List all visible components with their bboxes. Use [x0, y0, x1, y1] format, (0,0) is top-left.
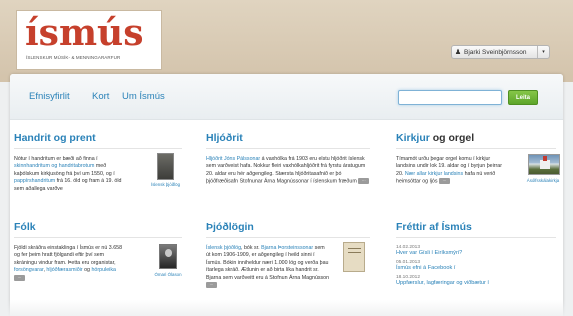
- link-pappirshandrit[interactable]: pappírshandritum: [14, 178, 55, 184]
- link-horpuleika[interactable]: hörpuleika: [91, 267, 115, 273]
- book-line-shape: [348, 248, 361, 249]
- section-text: Tímamót urðu þegar orgel komu í kirkjur …: [396, 156, 502, 185]
- section-text: Nótur í handritum er bæði að finna í ski…: [14, 156, 122, 192]
- church-roof-shape: [543, 156, 547, 161]
- section-title[interactable]: Kirkjur og orgel: [396, 132, 556, 149]
- logo-subtitle: ÍSLENSKUR MÚSÍK- & MENNINGARARFUR: [26, 55, 121, 60]
- section-text: Fjöldi skráðra einstaklinga í Ísmús er n…: [14, 245, 123, 281]
- section-title[interactable]: Fréttir af Ísmús: [396, 221, 556, 238]
- logo-wordmark: ísmús: [25, 12, 144, 54]
- news-link[interactable]: Ísmús efni á Facebook í: [396, 265, 556, 271]
- handrit-thumb-caption[interactable]: Íslensk þjóðlög: [149, 182, 182, 187]
- user-name: Bjarki Sveinbjörnsson: [464, 48, 527, 56]
- main-panel: Efnisyfirlit Kort Um Ísmús Leita Handrit…: [10, 74, 563, 316]
- section-title[interactable]: Hljóðrit: [206, 132, 370, 149]
- link-islensk-thjodlog[interactable]: Íslensk þjóðlög: [206, 245, 241, 251]
- search-input[interactable]: [398, 90, 502, 105]
- news-list: 14.02.2013 Hver var Gísli í Eiríksmýri? …: [396, 245, 556, 286]
- nav-um-ismus[interactable]: Um Ísmús: [122, 91, 165, 102]
- church-thumb-caption[interactable]: Ásólfsskálakirkja: [518, 178, 568, 183]
- navbar: Efnisyfirlit Kort Um Ísmús Leita: [10, 74, 563, 120]
- more-button[interactable]: ···: [358, 178, 370, 185]
- section-hljodrit: Hljóðrit Hljóðrit Jóns Pálssonar á vaxhó…: [206, 132, 370, 186]
- chevron-down-icon[interactable]: ▾: [537, 46, 549, 58]
- news-link[interactable]: Uppfærslur, lagfæringar og viðbætur í: [396, 280, 556, 286]
- link-kirkjur[interactable]: Nær allar kirkjur landsins: [405, 171, 463, 177]
- bottom-fade: [0, 300, 573, 316]
- more-button[interactable]: ···: [439, 178, 450, 185]
- more-button[interactable]: ···: [14, 274, 25, 281]
- nav-efnisyfirlit[interactable]: Efnisyfirlit: [29, 91, 70, 102]
- section-title[interactable]: Þjóðlögin: [206, 221, 370, 238]
- person-thumbnail[interactable]: [159, 244, 177, 269]
- section-text: Íslensk þjóðlög, bók sr. Bjarna Þorstein…: [206, 245, 330, 289]
- news-link[interactable]: Hver var Gísli í Eiríksmýri?: [396, 250, 556, 256]
- header-band: ísmús ÍSLENSKUR MÚSÍK- & MENNINGARARFUR …: [0, 0, 573, 82]
- link-bjarna[interactable]: Bjarna Þorsteinssonar: [261, 245, 313, 251]
- book-thumbnail[interactable]: [343, 242, 365, 272]
- link-hljodrit-jons[interactable]: Hljóðrit Jóns Pálssonar: [206, 156, 260, 162]
- nav-kort[interactable]: Kort: [92, 91, 109, 102]
- church-shape: [540, 160, 550, 169]
- user-menu-button[interactable]: ♟ Bjarki Sveinbjörnsson ▾: [451, 45, 550, 59]
- handrit-thumbnail[interactable]: [157, 153, 174, 180]
- link-skinnhandrit[interactable]: skinnhandritum og handritabrotum: [14, 163, 94, 169]
- section-title[interactable]: Fólk: [14, 221, 182, 238]
- link-forsongvarar[interactable]: forsöngvarar: [14, 267, 43, 273]
- more-button[interactable]: ···: [206, 282, 217, 289]
- search-button[interactable]: Leita: [508, 90, 538, 105]
- section-text: Hljóðrit Jóns Pálssonar á vaxhólka frá 1…: [206, 156, 370, 186]
- section-frettir: Fréttir af Ísmús 14.02.2013 Hver var Gís…: [396, 221, 556, 290]
- portrait-face-shape: [165, 249, 172, 257]
- link-hljodfaerasmidir[interactable]: hljóðfærasmiðir: [46, 267, 82, 273]
- user-icon: ♟: [454, 49, 462, 56]
- section-title[interactable]: Handrit og prent: [14, 132, 182, 149]
- site-logo[interactable]: ísmús ÍSLENSKUR MÚSÍK- & MENNINGARARFUR: [16, 10, 162, 70]
- book-line-shape: [348, 252, 361, 253]
- church-thumbnail[interactable]: [528, 154, 560, 175]
- person-thumb-caption[interactable]: Ómari Ólason: [148, 272, 188, 277]
